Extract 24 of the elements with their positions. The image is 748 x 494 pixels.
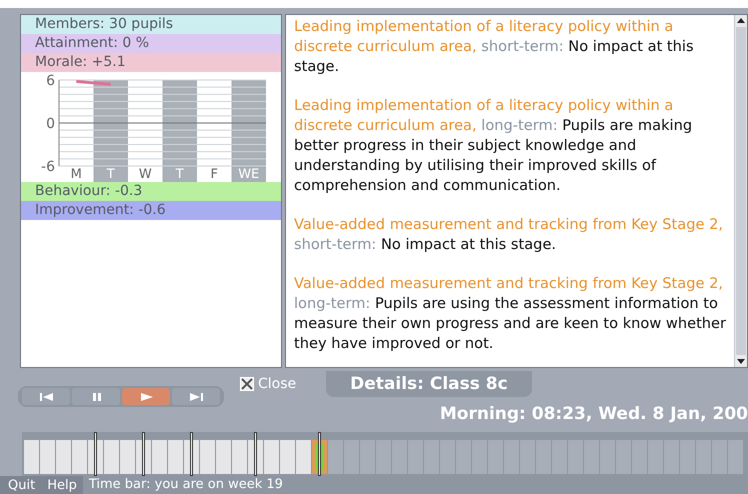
impact-paragraph: Leading implementation of a literacy policy within a discrete curriculum area, long-term: Pupils are making better progress in their subject knowledge and understanding by utilising their improved skills of comprehension and communication. <box>294 96 694 196</box>
axis-label: W <box>138 167 152 182</box>
axis-tick: -6 <box>41 159 55 175</box>
close-checkbox[interactable]: Close <box>240 376 296 392</box>
axis-label: T <box>176 167 184 182</box>
stat-row: Attainment: 0 % <box>21 34 281 53</box>
axis-label: T <box>106 167 115 182</box>
stat-row: Behaviour: -0.3 <box>21 182 281 201</box>
axis-label: WE <box>238 167 260 182</box>
impact-paragraph: Value-added measurement and tracking from Key Stage 2, long-term: Pupils are using the assessment information to measure their own progress and are keen to know whether they have improved or not. <box>294 274 728 354</box>
date-time: Morning: 08:23, Wed. 8 Jan, 200 <box>440 404 748 424</box>
status-text: Time bar: you are on week 19 <box>82 476 748 494</box>
stat-row: Members: 30 pupils <box>21 15 281 34</box>
impact-paragraph: Leading implementation of a literacy policy within a discrete curriculum area, short-term: No impact at this stage. <box>294 17 695 77</box>
axis-tick: 6 <box>46 73 55 89</box>
axis-tick: 0 <box>46 116 55 132</box>
menu-item[interactable]: Help <box>47 478 77 492</box>
stat-row: Improvement: -0.6 <box>21 201 281 220</box>
axis-label: M <box>70 167 82 182</box>
axis-label: F <box>210 167 218 182</box>
impact-paragraph: Value-added measurement and tracking from Key Stage 2, short-term: No impact at this stage. <box>294 215 724 255</box>
menu-item[interactable]: Quit <box>8 478 36 492</box>
stat-row: Morale: +5.1 <box>21 53 281 72</box>
details-title: Details: Class 8c <box>326 371 532 397</box>
